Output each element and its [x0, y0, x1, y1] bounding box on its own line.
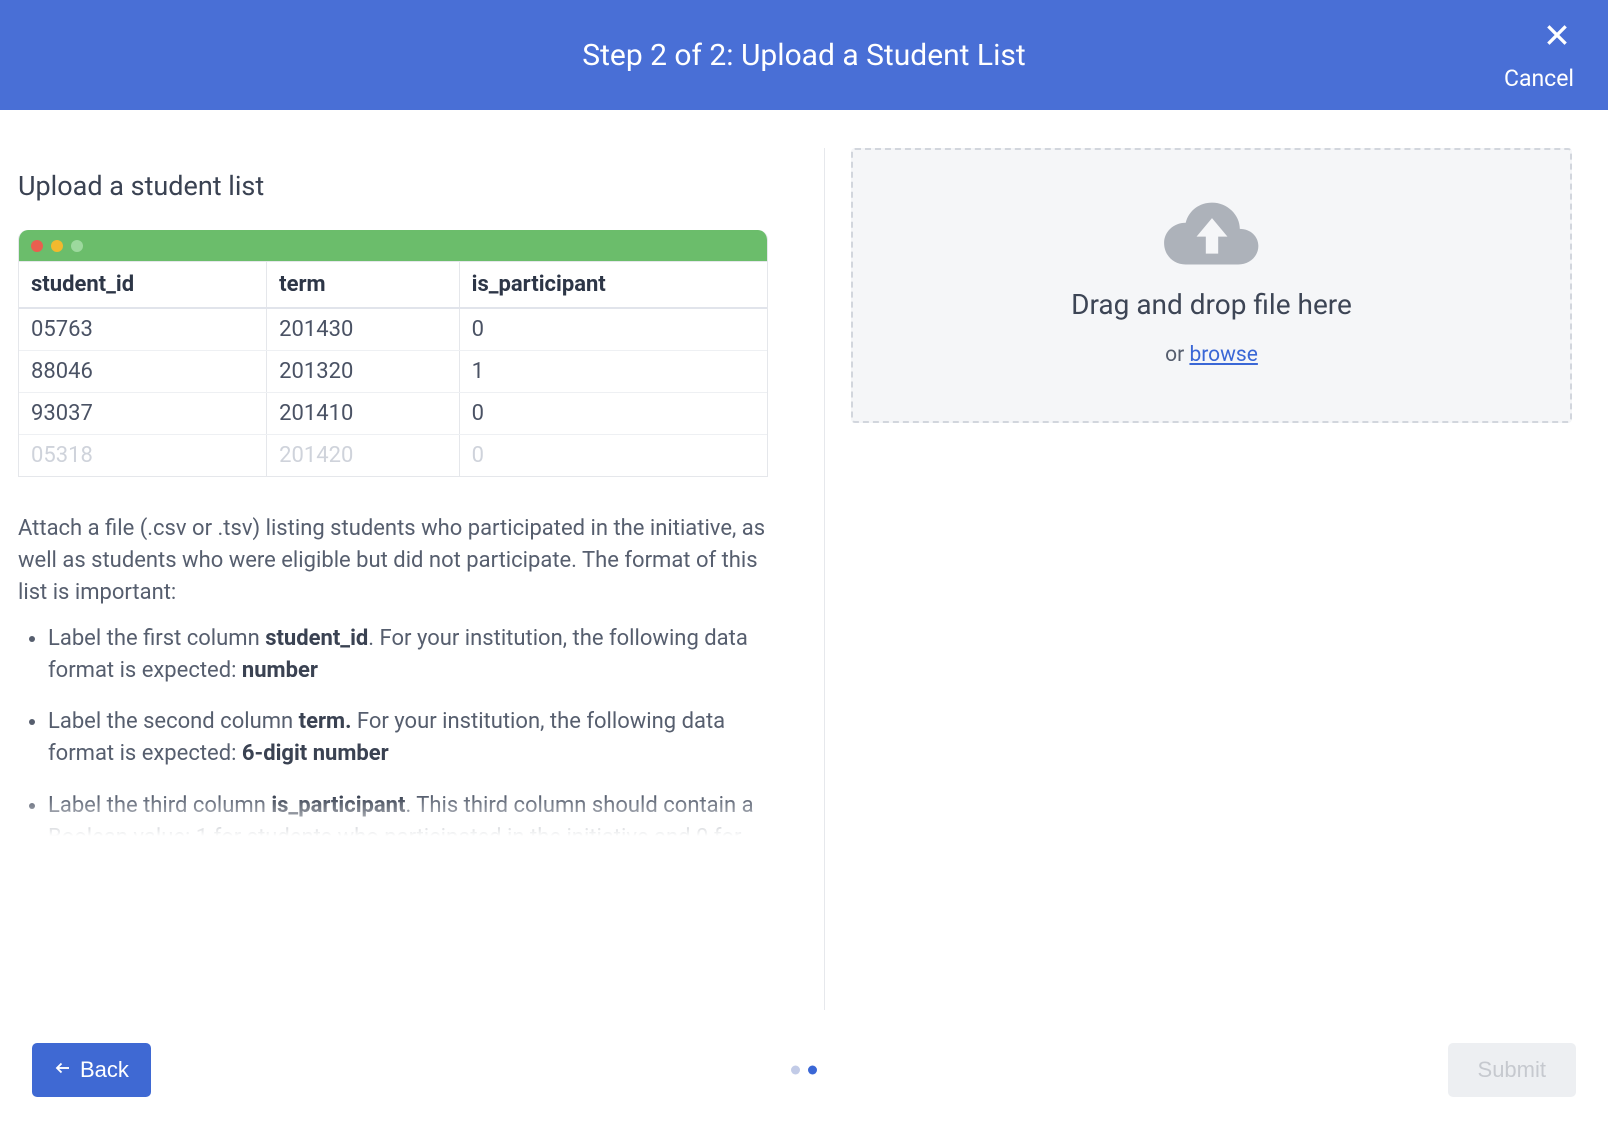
- submit-button[interactable]: Submit: [1448, 1043, 1576, 1097]
- table-header: student_id: [19, 262, 267, 309]
- back-button-label: Back: [80, 1057, 129, 1083]
- table-row: 057632014300: [19, 308, 767, 351]
- or-label: or: [1165, 343, 1189, 367]
- table-cell: 201410: [267, 393, 459, 435]
- traffic-light-close-icon: [31, 240, 43, 252]
- vertical-divider: [824, 148, 825, 1010]
- traffic-light-zoom-icon: [71, 240, 83, 252]
- window-titlebar: [19, 230, 767, 261]
- intro-paragraph: Attach a file (.csv or .tsv) listing stu…: [18, 513, 773, 609]
- step-dot-1: [791, 1066, 800, 1075]
- dropzone-subtext: or browse: [873, 343, 1550, 367]
- table-cell: 201420: [267, 435, 459, 477]
- table-row: 880462013201: [19, 351, 767, 393]
- table-cell: 0: [459, 435, 767, 477]
- table-cell: 0: [459, 308, 767, 351]
- table-cell: 201430: [267, 308, 459, 351]
- table-cell: 0: [459, 393, 767, 435]
- dropzone-title: Drag and drop file here: [873, 288, 1550, 321]
- section-title: Upload a student list: [18, 170, 808, 202]
- instruction-bullet: Label the third column is_participant. T…: [48, 790, 773, 836]
- back-button[interactable]: Back: [32, 1043, 151, 1097]
- table-row: 930372014100: [19, 393, 767, 435]
- file-dropzone[interactable]: Drag and drop file here or browse: [851, 148, 1572, 423]
- close-button[interactable]: [1544, 22, 1570, 52]
- step-dot-2: [808, 1066, 817, 1075]
- step-title: Step 2 of 2: Upload a Student List: [582, 38, 1025, 73]
- sample-file-preview: student_idtermis_participant 05763201430…: [18, 230, 768, 477]
- cancel-link[interactable]: Cancel: [1504, 65, 1574, 92]
- modal-footer: Back Submit: [0, 1010, 1608, 1130]
- instruction-bullet: Label the second column term. For your i…: [48, 706, 773, 770]
- cloud-upload-icon: [1162, 269, 1262, 288]
- modal-header: Step 2 of 2: Upload a Student List Cance…: [0, 0, 1608, 110]
- table-header: term: [267, 262, 459, 309]
- table-cell: 93037: [19, 393, 267, 435]
- table-cell: 1: [459, 351, 767, 393]
- table-header: is_participant: [459, 262, 767, 309]
- table-cell: 201320: [267, 351, 459, 393]
- instruction-bullet: Label the first column student_id. For y…: [48, 623, 773, 687]
- table-cell: 05318: [19, 435, 267, 477]
- traffic-light-minimize-icon: [51, 240, 63, 252]
- browse-link[interactable]: browse: [1189, 343, 1257, 367]
- table-cell: 05763: [19, 308, 267, 351]
- table-cell: 88046: [19, 351, 267, 393]
- step-indicator: [791, 1066, 817, 1075]
- instructions: Attach a file (.csv or .tsv) listing stu…: [18, 513, 773, 836]
- table-row: 053182014200: [19, 435, 767, 477]
- close-icon: [1544, 33, 1570, 52]
- sample-table: student_idtermis_participant 05763201430…: [19, 261, 767, 476]
- arrow-left-icon: [54, 1057, 72, 1083]
